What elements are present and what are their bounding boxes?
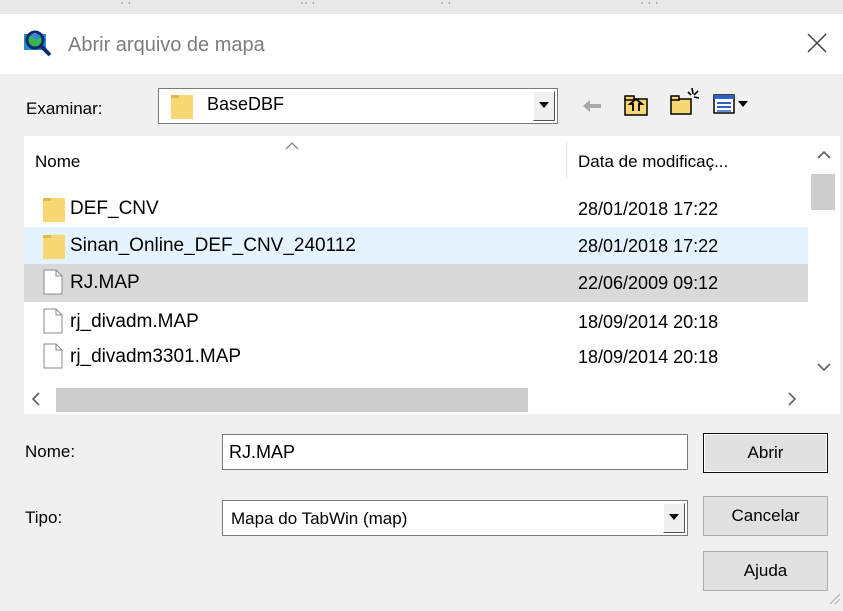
folder-icon <box>43 196 65 222</box>
file-icon <box>43 269 63 295</box>
folder-icon <box>43 233 65 259</box>
look-in-label: Examinar: <box>26 99 103 118</box>
file-name: DEF_CNV <box>70 198 159 219</box>
file-type-label: Tipo: <box>25 508 63 527</box>
scroll-right-icon[interactable] <box>786 390 798 408</box>
scroll-left-icon[interactable] <box>30 390 42 408</box>
view-menu-icon[interactable] <box>712 92 752 118</box>
file-icon <box>43 343 63 369</box>
horizontal-scroll-thumb[interactable] <box>56 388 528 412</box>
file-name: rj_divadm.MAP <box>70 311 199 332</box>
file-name: Sinan_Online_DEF_CNV_240112 <box>70 235 356 256</box>
file-date: 22/06/2009 09:12 <box>578 273 719 293</box>
file-name: RJ.MAP <box>70 272 140 293</box>
back-arrow-icon[interactable] <box>580 94 604 118</box>
list-item[interactable]: RJ.MAP 22/06/2009 09:12 <box>24 264 808 302</box>
look-in-value: BaseDBF <box>207 94 285 114</box>
file-date: 18/09/2014 20:18 <box>578 347 719 367</box>
file-date: 28/01/2018 17:22 <box>578 236 719 256</box>
file-icon <box>43 308 63 334</box>
look-in-dropdown[interactable]: BaseDBF <box>158 88 558 124</box>
file-name-label: Nome: <box>25 442 76 461</box>
list-item[interactable]: DEF_CNV 28/01/2018 17:22 <box>24 190 808 228</box>
vertical-scroll-thumb[interactable] <box>811 174 835 210</box>
scroll-down-icon[interactable] <box>815 360 833 372</box>
folder-icon <box>171 93 193 119</box>
background-window-strip: · · ·· · · · · · · <box>0 0 843 15</box>
file-name: rj_divadm3301.MAP <box>70 346 242 367</box>
close-icon[interactable] <box>800 26 834 60</box>
file-type-value: Mapa do TabWin (map) <box>231 509 408 528</box>
up-folder-icon[interactable] <box>622 90 652 120</box>
map-search-app-icon <box>22 28 54 58</box>
file-date: 28/01/2018 17:22 <box>578 199 719 219</box>
help-button[interactable]: Ajuda <box>703 551 828 591</box>
open-button[interactable]: Abrir <box>703 433 828 473</box>
column-header-name[interactable]: Nome <box>35 152 80 172</box>
list-item[interactable]: rj_divadm.MAP 18/09/2014 20:18 <box>24 303 808 341</box>
file-name-input[interactable] <box>222 434 688 470</box>
file-date: 18/09/2014 20:18 <box>578 312 719 332</box>
scroll-up-icon[interactable] <box>815 148 833 160</box>
sort-ascending-icon <box>284 138 300 150</box>
file-type-dropdown[interactable]: Mapa do TabWin (map) <box>222 500 688 536</box>
column-header-date[interactable]: Data de modificaç... <box>578 152 728 172</box>
column-divider[interactable] <box>566 142 567 178</box>
list-item[interactable]: rj_divadm3301.MAP 18/09/2014 20:18 <box>24 338 808 374</box>
dialog-title: Abrir arquivo de mapa <box>68 34 265 56</box>
resize-grip-icon[interactable] <box>826 590 842 606</box>
look-in-dropdown-button[interactable] <box>533 91 555 121</box>
list-item[interactable]: Sinan_Online_DEF_CNV_240112 28/01/2018 1… <box>24 227 808 265</box>
new-folder-icon[interactable] <box>668 86 702 120</box>
file-type-dropdown-button[interactable] <box>663 503 685 533</box>
cancel-button[interactable]: Cancelar <box>703 496 828 536</box>
